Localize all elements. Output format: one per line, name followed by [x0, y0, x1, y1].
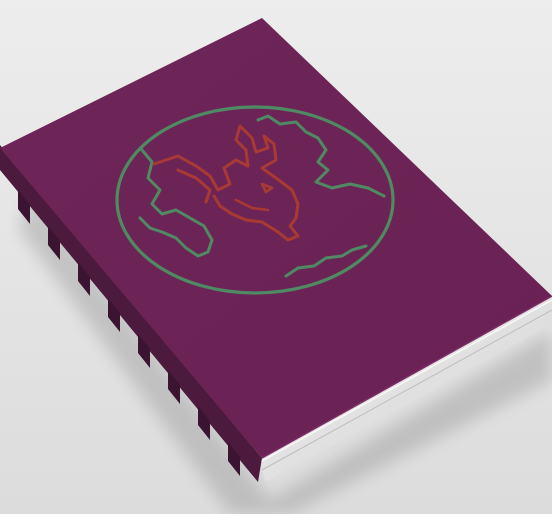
book-mockup-scene: [0, 0, 552, 514]
book-illustration: [0, 0, 552, 514]
